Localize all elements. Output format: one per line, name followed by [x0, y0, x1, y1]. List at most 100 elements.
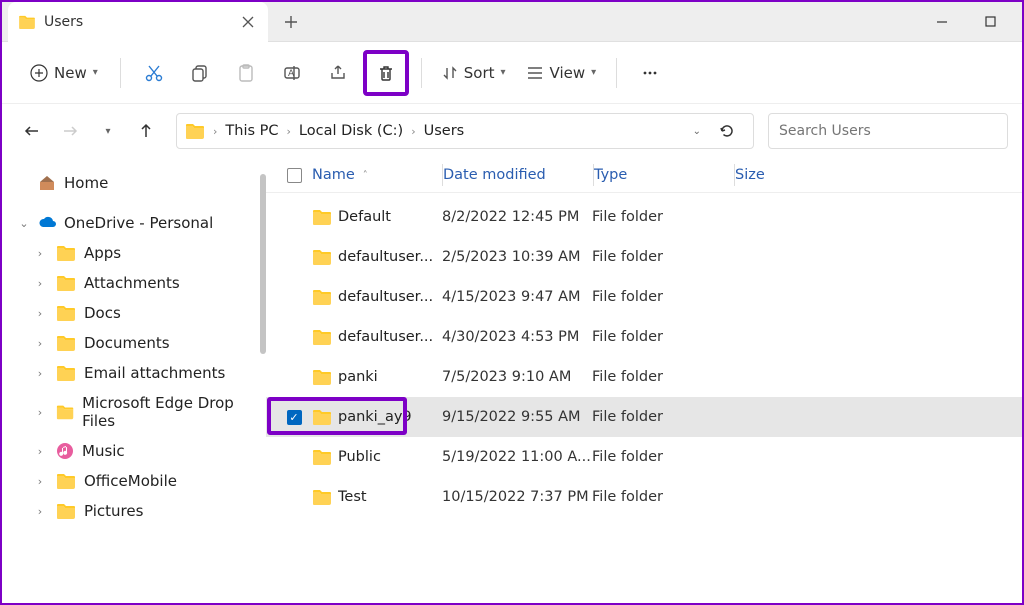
chevron-down-icon[interactable]: ⌄ — [693, 126, 701, 137]
forward-button[interactable] — [54, 115, 86, 147]
more-button[interactable] — [629, 52, 671, 94]
file-list: Default8/2/2022 12:45 PMFile folderdefau… — [266, 193, 1022, 605]
copy-button[interactable] — [179, 52, 221, 94]
chevron-right-icon[interactable]: › — [34, 277, 46, 290]
up-button[interactable] — [130, 115, 162, 147]
view-icon — [526, 65, 544, 81]
chevron-right-icon[interactable]: › — [34, 247, 46, 260]
sidebar-item[interactable]: ›Apps — [6, 238, 262, 268]
column-type[interactable]: Type — [594, 167, 734, 183]
sidebar-item[interactable]: › Attachments — [6, 268, 262, 298]
close-icon[interactable] — [242, 16, 254, 28]
main-pane: Name˄ Date modified Type Size Default8/2… — [266, 158, 1022, 605]
table-row[interactable]: Default8/2/2022 12:45 PMFile folder — [266, 197, 1022, 237]
address-bar[interactable]: › This PC › Local Disk (C:) › Users ⌄ — [176, 113, 754, 149]
sidebar-item[interactable]: ›Docs — [6, 298, 262, 328]
file-date: 7/5/2023 9:10 AM — [442, 369, 592, 385]
column-size[interactable]: Size — [735, 167, 835, 183]
table-row[interactable]: defaultuser...4/30/2023 4:53 PMFile fold… — [266, 317, 1022, 357]
minimize-button[interactable] — [932, 12, 952, 32]
file-name-cell: defaultuser... — [312, 329, 442, 345]
sidebar-label: Music — [82, 442, 125, 460]
file-name: Test — [338, 489, 367, 505]
column-date[interactable]: Date modified — [443, 167, 593, 183]
sidebar-label: Attachments — [84, 274, 180, 292]
folder-icon — [56, 335, 76, 351]
sidebar-item[interactable]: ›Documents — [6, 328, 262, 358]
share-button[interactable] — [317, 52, 359, 94]
sidebar-item[interactable]: ›Email attachments — [6, 358, 262, 388]
new-button[interactable]: New ▾ — [20, 58, 108, 88]
table-row[interactable]: defaultuser...2/5/2023 10:39 AMFile fold… — [266, 237, 1022, 277]
file-type: File folder — [592, 329, 732, 345]
refresh-icon — [719, 123, 735, 139]
delete-button[interactable] — [363, 50, 409, 96]
breadcrumb[interactable]: Local Disk (C:) — [299, 123, 403, 139]
file-date: 2/5/2023 10:39 AM — [442, 249, 592, 265]
table-row[interactable]: panki7/5/2023 9:10 AMFile folder — [266, 357, 1022, 397]
sort-button[interactable]: Sort ▾ — [434, 58, 514, 88]
search-input[interactable] — [779, 123, 997, 139]
file-date: 4/15/2023 9:47 AM — [442, 289, 592, 305]
table-row[interactable]: defaultuser...4/15/2023 9:47 AMFile fold… — [266, 277, 1022, 317]
view-button[interactable]: View ▾ — [518, 58, 605, 88]
table-row[interactable]: ✓panki_ay99/15/2022 9:55 AMFile folder — [266, 397, 1022, 437]
chevron-right-icon[interactable]: › — [213, 125, 217, 138]
folder-icon — [56, 473, 76, 489]
separator — [421, 58, 422, 88]
sidebar-item[interactable]: › Music — [6, 436, 262, 466]
sidebar-item[interactable]: ›OfficeMobile — [6, 466, 262, 496]
file-name-cell: Test — [312, 489, 442, 505]
chevron-right-icon[interactable]: › — [34, 406, 46, 419]
file-date: 9/15/2022 9:55 AM — [442, 409, 592, 425]
refresh-button[interactable] — [709, 113, 745, 149]
file-name-cell: defaultuser... — [312, 289, 442, 305]
sidebar-item-onedrive[interactable]: ⌄ OneDrive - Personal — [6, 208, 262, 238]
chevron-right-icon[interactable]: › — [34, 505, 46, 518]
new-plus-icon — [30, 64, 48, 82]
row-checkbox[interactable]: ✓ — [287, 410, 302, 425]
home-icon — [38, 174, 56, 192]
breadcrumb[interactable]: Users — [424, 123, 465, 139]
separator — [616, 58, 617, 88]
chevron-right-icon[interactable]: › — [34, 307, 46, 320]
recent-button[interactable]: ▾ — [92, 115, 124, 147]
chevron-right-icon[interactable]: › — [34, 445, 46, 458]
file-name-cell: defaultuser... — [312, 249, 442, 265]
table-row[interactable]: Public5/19/2022 11:00 A...File folder — [266, 437, 1022, 477]
sidebar-item[interactable]: ›Pictures — [6, 496, 262, 526]
body: Home ⌄ OneDrive - Personal ›Apps›Attachm… — [2, 158, 1022, 605]
sidebar-item-home[interactable]: Home — [6, 168, 262, 198]
tab-users[interactable]: Users — [8, 2, 268, 42]
chevron-right-icon[interactable]: › — [34, 337, 46, 350]
view-label: View — [550, 64, 586, 82]
search-box[interactable] — [768, 113, 1008, 149]
cut-button[interactable] — [133, 52, 175, 94]
rename-button[interactable]: A — [271, 52, 313, 94]
table-row[interactable]: Test10/15/2022 7:37 PMFile folder — [266, 477, 1022, 517]
chevron-right-icon[interactable]: › — [287, 125, 291, 138]
scrollbar-track[interactable] — [258, 158, 266, 605]
navbar: ▾ › This PC › Local Disk (C:) › Users ⌄ — [2, 104, 1022, 158]
sort-label: Sort — [464, 64, 495, 82]
chevron-right-icon[interactable]: › — [34, 475, 46, 488]
column-name[interactable]: Name˄ — [312, 167, 442, 183]
file-name-cell: panki — [312, 369, 442, 385]
window-controls — [932, 12, 1022, 32]
select-all-checkbox[interactable] — [287, 168, 302, 183]
sidebar-item[interactable]: ›Microsoft Edge Drop Files — [6, 388, 262, 436]
folder-icon — [312, 329, 332, 345]
file-name-cell: Public — [312, 449, 442, 465]
breadcrumb[interactable]: This PC — [225, 123, 278, 139]
folder-icon — [312, 249, 332, 265]
paste-button — [225, 52, 267, 94]
chevron-right-icon[interactable]: › — [411, 125, 415, 138]
chevron-right-icon[interactable]: › — [34, 367, 46, 380]
folder-icon — [312, 209, 332, 225]
folder-icon — [312, 289, 332, 305]
file-type: File folder — [592, 369, 732, 385]
maximize-button[interactable] — [980, 12, 1000, 32]
chevron-down-icon[interactable]: ⌄ — [18, 217, 30, 230]
back-button[interactable] — [16, 115, 48, 147]
add-tab-button[interactable] — [274, 5, 308, 39]
